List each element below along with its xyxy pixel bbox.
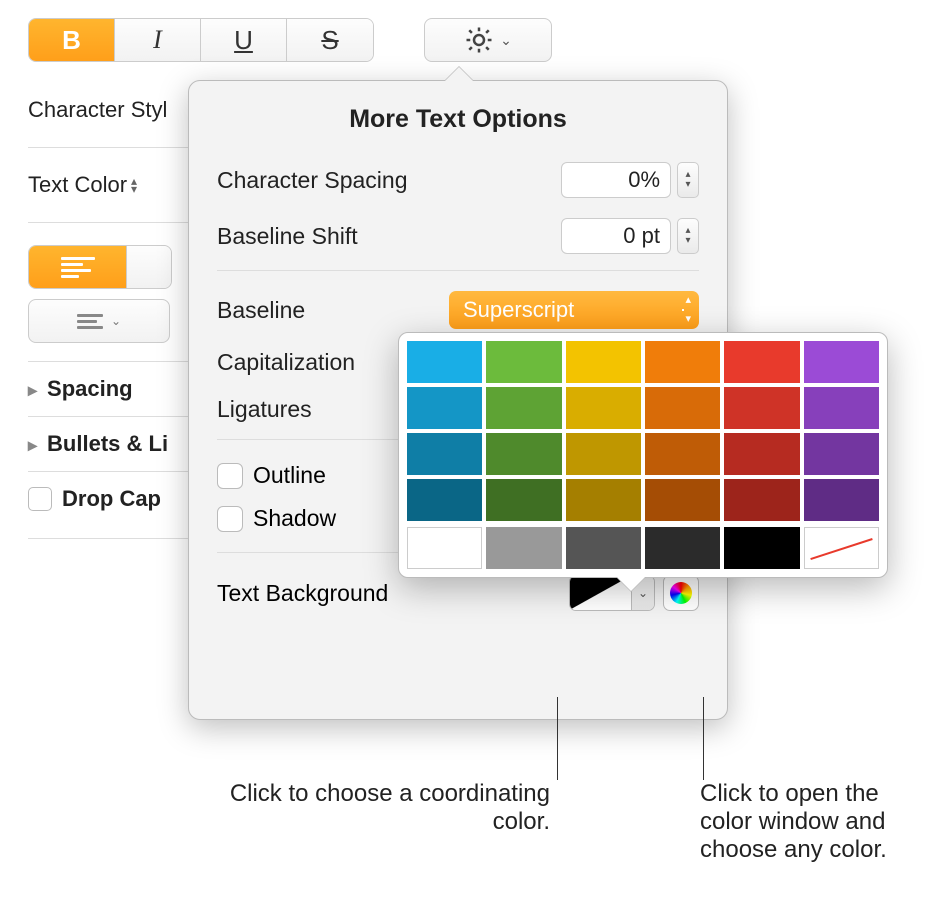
baseline-row: Baseline Superscript ▴▾ xyxy=(217,270,699,339)
color-swatch[interactable] xyxy=(645,433,720,475)
baseline-shift-stepper[interactable]: 0 pt ▴▾ xyxy=(561,218,699,254)
underline-button[interactable]: U xyxy=(201,19,287,61)
spacing-label: Spacing xyxy=(47,376,133,402)
bold-button[interactable]: B xyxy=(29,19,115,61)
color-swatch[interactable] xyxy=(566,341,641,383)
color-swatch[interactable] xyxy=(407,433,482,475)
italic-glyph: I xyxy=(153,25,162,55)
color-swatch[interactable] xyxy=(566,479,641,521)
align-left-icon xyxy=(61,257,95,278)
list-icon xyxy=(77,314,103,329)
callout-leader xyxy=(557,697,558,780)
shadow-label: Shadow xyxy=(253,505,336,532)
underline-glyph: U xyxy=(234,25,253,56)
text-background-label: Text Background xyxy=(217,580,388,607)
color-swatch[interactable] xyxy=(724,387,799,429)
character-spacing-label: Character Spacing xyxy=(217,167,408,194)
text-color-label: Text Color xyxy=(28,172,127,198)
character-spacing-stepper[interactable]: 0% ▴▾ xyxy=(561,162,699,198)
color-swatch[interactable] xyxy=(645,341,720,383)
popover-title: More Text Options xyxy=(217,105,699,134)
color-swatch[interactable] xyxy=(486,387,561,429)
updown-icon: ▴▾ xyxy=(131,177,137,193)
color-swatch[interactable] xyxy=(407,387,482,429)
chevron-down-icon: ⌄ xyxy=(111,314,121,328)
color-swatch[interactable] xyxy=(486,479,561,521)
bullets-label: Bullets & Li xyxy=(47,431,168,457)
callout-leader xyxy=(703,697,704,780)
strikethrough-button[interactable]: S xyxy=(287,19,373,61)
color-swatch[interactable] xyxy=(645,387,720,429)
color-swatch[interactable] xyxy=(566,387,641,429)
baseline-select[interactable]: Superscript ▴▾ xyxy=(449,291,699,329)
stepper-arrows-icon[interactable]: ▴▾ xyxy=(677,162,699,198)
color-swatch[interactable] xyxy=(486,341,561,383)
character-spacing-value[interactable]: 0% xyxy=(561,162,671,198)
more-options-button[interactable]: ⌄ xyxy=(424,18,552,62)
alignment-group xyxy=(28,245,172,289)
color-swatch[interactable] xyxy=(645,527,720,569)
bold-glyph: B xyxy=(62,25,81,56)
callout-color-window: Click to open the color window and choos… xyxy=(700,780,925,864)
drop-cap-label: Drop Cap xyxy=(62,486,161,512)
color-swatch[interactable] xyxy=(804,387,879,429)
color-swatch[interactable] xyxy=(724,341,799,383)
strike-glyph: S xyxy=(321,25,338,56)
baseline-label: Baseline xyxy=(217,297,305,324)
align-left-button[interactable] xyxy=(29,246,127,288)
color-wheel-button[interactable] xyxy=(663,575,699,611)
ligatures-label: Ligatures xyxy=(217,396,312,423)
swatch-bottom-row xyxy=(407,527,879,569)
color-swatch[interactable] xyxy=(724,433,799,475)
drop-cap-checkbox[interactable] xyxy=(28,487,52,511)
color-swatch[interactable] xyxy=(407,341,482,383)
capitalization-label: Capitalization xyxy=(217,349,355,376)
style-segment-group: B I U S xyxy=(28,18,374,62)
callout-coordinating-color: Click to choose a coordinating color. xyxy=(218,780,550,836)
outline-checkbox[interactable] xyxy=(217,463,243,489)
color-swatch[interactable] xyxy=(566,433,641,475)
baseline-value: Superscript xyxy=(463,297,574,323)
color-swatch[interactable] xyxy=(724,527,799,569)
align-more-button[interactable] xyxy=(127,246,171,288)
outline-label: Outline xyxy=(253,462,326,489)
color-wheel-icon xyxy=(670,582,692,604)
color-swatch[interactable] xyxy=(724,479,799,521)
no-color-swatch[interactable] xyxy=(804,527,879,569)
disclosure-triangle-icon xyxy=(28,431,41,457)
color-swatch[interactable] xyxy=(804,433,879,475)
chevron-down-icon: ⌄ xyxy=(500,32,512,49)
baseline-shift-label: Baseline Shift xyxy=(217,223,358,250)
color-swatch[interactable] xyxy=(566,527,641,569)
character-spacing-row: Character Spacing 0% ▴▾ xyxy=(217,152,699,208)
baseline-shift-value[interactable]: 0 pt xyxy=(561,218,671,254)
stepper-arrows-icon[interactable]: ▴▾ xyxy=(677,218,699,254)
italic-button[interactable]: I xyxy=(115,19,201,61)
color-swatch[interactable] xyxy=(486,527,561,569)
color-swatch[interactable] xyxy=(407,479,482,521)
baseline-shift-row: Baseline Shift 0 pt ▴▾ xyxy=(217,208,699,264)
color-swatch[interactable] xyxy=(407,527,482,569)
color-swatch[interactable] xyxy=(804,341,879,383)
disclosure-triangle-icon xyxy=(28,376,41,402)
color-swatch[interactable] xyxy=(486,433,561,475)
color-swatch[interactable] xyxy=(645,479,720,521)
list-style-select[interactable]: ⌄ xyxy=(28,299,170,343)
color-swatch-popover xyxy=(398,332,888,578)
color-swatch[interactable] xyxy=(804,479,879,521)
gear-icon xyxy=(464,25,494,55)
format-toolbar: B I U S ⌄ xyxy=(28,18,552,62)
swatch-grid xyxy=(407,341,879,521)
character-styles-label: Character Styl xyxy=(28,97,167,122)
shadow-checkbox[interactable] xyxy=(217,506,243,532)
